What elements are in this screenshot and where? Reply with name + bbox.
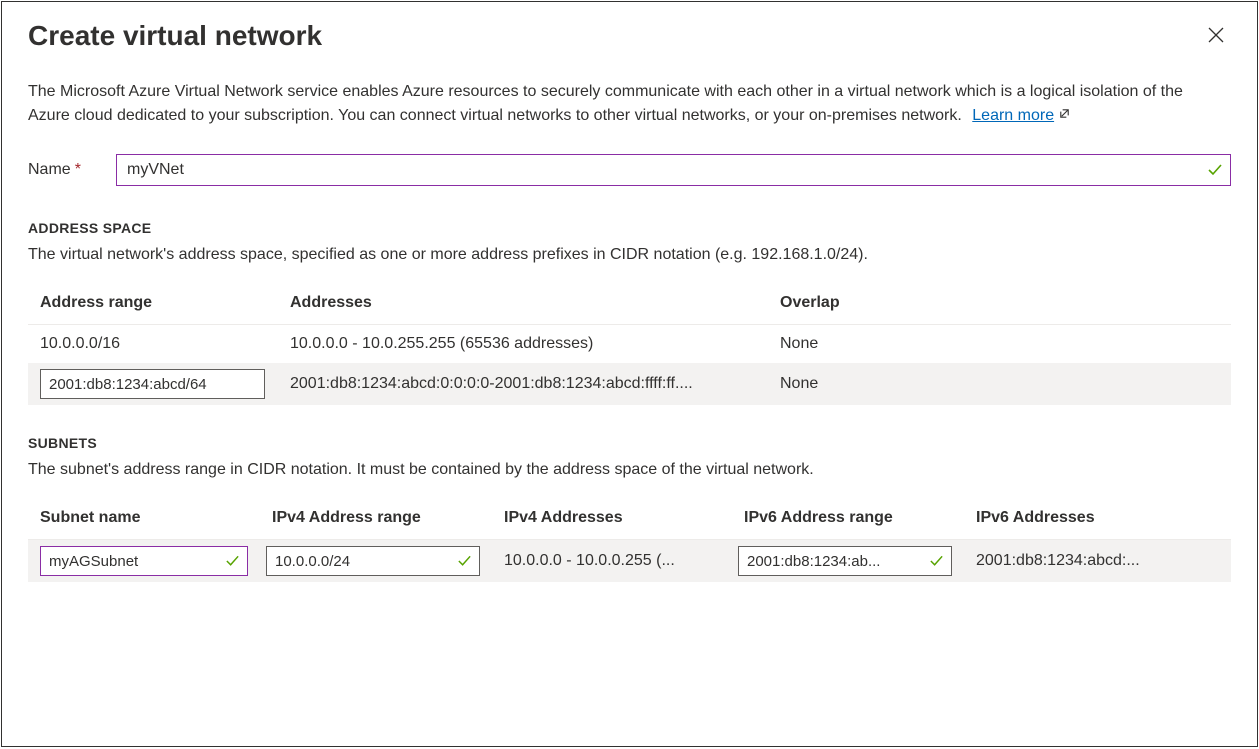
name-field-row: Name* [28,154,1231,186]
learn-more-label: Learn more [972,104,1054,128]
cell-address-range [28,363,278,405]
checkmark-icon [225,554,240,569]
close-icon [1207,32,1225,47]
cell-overlap: None [768,363,1231,405]
col-ipv4-range: IPv4 Address range [260,499,492,540]
learn-more-link[interactable]: Learn more [972,104,1071,128]
table-row: 2001:db8:1234:abcd:0:0:0:0-2001:db8:1234… [28,363,1231,405]
external-link-icon [1058,104,1071,128]
panel-description: The Microsoft Azure Virtual Network serv… [28,80,1228,128]
name-label-text: Name [28,161,71,178]
col-overlap: Overlap [768,284,1231,325]
cell-ipv6-addresses: 2001:db8:1234:abcd:... [964,540,1231,583]
address-space-table: Address range Addresses Overlap 10.0.0.0… [28,284,1231,405]
cell-addresses: 2001:db8:1234:abcd:0:0:0:0-2001:db8:1234… [278,363,768,405]
required-asterisk: * [75,161,81,178]
col-address-range: Address range [28,284,278,325]
table-row: 10.0.0.0/16 10.0.0.0 - 10.0.255.255 (655… [28,325,1231,364]
checkmark-icon [457,554,472,569]
cell-ipv4-range [260,540,492,583]
col-ipv4-addresses: IPv4 Addresses [492,499,732,540]
name-input-wrap [116,154,1231,186]
table-header-row: Address range Addresses Overlap [28,284,1231,325]
cell-overlap: None [768,325,1231,364]
subnets-description: The subnet's address range in CIDR notat… [28,461,1231,479]
address-range-input[interactable] [40,369,265,399]
close-button[interactable] [1201,20,1231,50]
ipv6-range-input[interactable] [738,546,952,576]
subnets-heading: SUBNETS [28,435,1231,451]
table-header-row: Subnet name IPv4 Address range IPv4 Addr… [28,499,1231,540]
create-vnet-panel: Create virtual network The Microsoft Azu… [1,1,1258,747]
name-input[interactable] [116,154,1231,186]
subnets-table: Subnet name IPv4 Address range IPv4 Addr… [28,499,1231,582]
subnet-name-input[interactable] [40,546,248,576]
col-addresses: Addresses [278,284,768,325]
col-ipv6-addresses: IPv6 Addresses [964,499,1231,540]
table-row: 10.0.0.0 - 10.0.0.255 (... 2001:db8:1234… [28,540,1231,583]
cell-ipv6-range [732,540,964,583]
checkmark-icon [929,554,944,569]
col-subnet-name: Subnet name [28,499,260,540]
checkmark-icon [1207,162,1223,178]
cell-ipv4-addresses: 10.0.0.0 - 10.0.0.255 (... [492,540,732,583]
page-title: Create virtual network [28,20,322,52]
cell-addresses: 10.0.0.0 - 10.0.255.255 (65536 addresses… [278,325,768,364]
col-ipv6-range: IPv6 Address range [732,499,964,540]
panel-header: Create virtual network [28,20,1231,80]
address-space-description: The virtual network's address space, spe… [28,246,1231,264]
cell-address-range: 10.0.0.0/16 [28,325,278,364]
name-label: Name* [28,161,116,179]
ipv4-range-input[interactable] [266,546,480,576]
address-space-heading: ADDRESS SPACE [28,220,1231,236]
cell-subnet-name [28,540,260,583]
